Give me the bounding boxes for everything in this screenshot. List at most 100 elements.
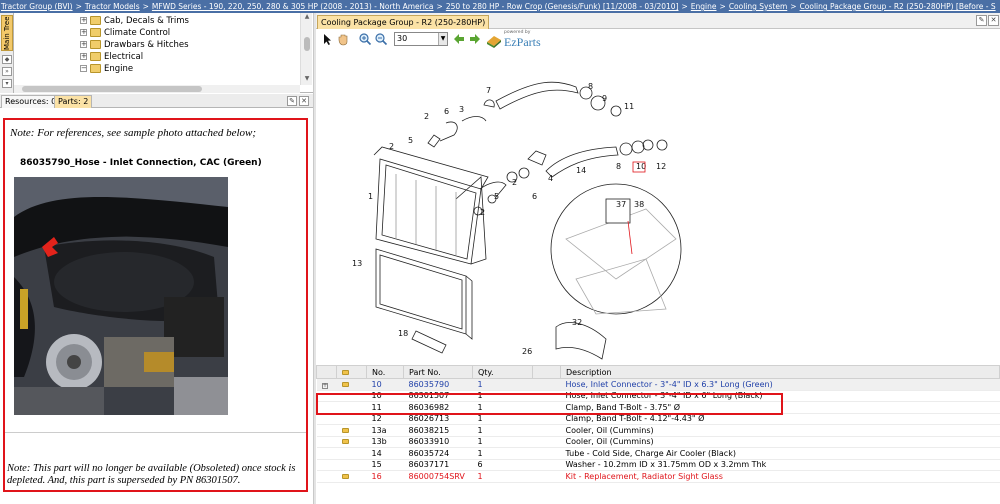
table-row[interactable]: 10 86301507 1 Hose, Inlet Connector - 3"-4"… [316,390,1000,402]
tree-item-label: Climate Control [104,28,171,38]
breadcrumb-link[interactable]: Engine [691,2,717,11]
note-part-title: 86035790_Hose - Inlet Connection, CAC (G… [20,158,262,168]
table-row[interactable]: 15 86037171 6 Washer - 10.2mm ID x 31.75mm … [316,459,1000,471]
breadcrumb-link[interactable]: Tractor Models [85,2,140,11]
header-icon [336,365,367,379]
breadcrumb-link[interactable]: MFWD Series - 190, 220, 250, 280 & 305 H… [152,2,434,11]
pointer-icon[interactable] [320,32,334,46]
row-expand-cell[interactable] [316,390,337,402]
tab-resources[interactable]: Resources: 0 [1,95,61,108]
exploded-parts-diagram[interactable]: 1 2 2 2 2 3 4 5 5 6 6 7 8 8 9 10 11 12 1… [316,49,1000,372]
row-expand-cell[interactable] [316,447,337,460]
header-spacer [532,365,561,379]
breadcrumb-link[interactable]: Cooling System [729,2,787,11]
tree-item[interactable]: + Climate Control [80,27,189,39]
ezparts-brand-text: EzParts [504,35,541,49]
close-icon[interactable]: ✕ [988,15,999,26]
note-icon[interactable] [341,473,349,479]
table-row[interactable]: 12 86026713 1 Clamp, Band T-Bolt - 4.12"-4.… [316,413,1000,425]
main-tree-tab[interactable]: Main Tree [1,15,13,51]
zoom-select[interactable]: 30 ▼ [394,32,448,46]
header-expand [316,365,337,379]
forward-arrow-icon[interactable] [468,32,482,46]
table-row[interactable]: 11 86036982 1 Clamp, Band T-Bolt - 3.75" Ø [316,401,1000,414]
svg-text:14: 14 [576,166,586,175]
tree-horizontal-scrollbar[interactable] [14,85,300,93]
cell-part-no: 86037171 [403,459,473,471]
header-no[interactable]: No. [366,365,404,379]
folder-icon [90,40,101,49]
expand-toggle-icon[interactable]: − [80,65,87,72]
table-row[interactable]: 13b 86033910 1 Cooler, Oil (Cummins) [316,436,1000,448]
scroll-thumb[interactable] [304,37,310,51]
table-row[interactable]: 14 86035724 1 Tube - Cold Side, Charge Air … [316,447,1000,460]
svg-text:9: 9 [602,94,607,103]
scroll-thumb[interactable] [22,86,202,92]
tree-item[interactable]: + Drawbars & Hitches [80,39,189,51]
svg-text:5: 5 [408,136,413,145]
expand-icon[interactable]: + [321,382,328,389]
breadcrumb-link[interactable]: 250 to 280 HP - Row Crop (Genesis/Funk) … [446,2,679,11]
part-icon [342,369,349,375]
svg-text:2: 2 [512,178,517,187]
cell-description: Hose, Inlet Connector - 3"-4" ID x 6" Lo… [560,390,1000,402]
tree-item[interactable]: + Cab, Decals & Trims [80,15,189,27]
table-row[interactable]: 16 86000754SRV 1 Kit - Replacement, Radiato… [316,470,1000,483]
scroll-down-icon[interactable]: ▼ [303,75,311,83]
hand-pan-icon[interactable] [336,32,350,46]
note-icon[interactable] [341,439,349,445]
tree-item[interactable]: + Electrical [80,51,189,63]
note-icon[interactable] [341,381,349,387]
cell-qty: 1 [472,470,533,483]
row-expand-cell[interactable] [316,424,337,437]
chevron-down-icon[interactable]: ▾ [2,79,12,88]
zoom-out-icon[interactable] [374,32,388,46]
row-icon-cell [336,390,367,402]
cell-description: Tube - Cold Side, Charge Air Cooler (Bla… [560,447,1000,460]
header-qty[interactable]: Qty. [472,365,533,379]
expand-toggle-icon[interactable]: + [80,41,87,48]
note-obsolete-text: Note: This part will no longer be availa… [7,463,296,486]
breadcrumb-link[interactable]: Cooling Package Group - R2 (250-280HP) [… [800,2,996,11]
row-expand-cell[interactable] [316,470,337,483]
breadcrumb-separator: > [75,2,82,11]
row-expand-cell[interactable] [316,413,337,425]
header-part-no[interactable]: Part No. [403,365,473,379]
header-description[interactable]: Description [560,365,1000,379]
zoom-in-icon[interactable] [358,32,372,46]
row-expand-cell[interactable] [316,459,337,471]
tree-vertical-scrollbar[interactable]: ▲ ▼ [300,13,312,85]
cell-no: 12 [366,413,404,425]
engine-photo-image [14,177,228,415]
row-icon-cell [336,378,367,391]
chevron-down-icon[interactable]: ▼ [438,33,447,45]
diagram-drawing: 1 2 2 2 2 3 4 5 5 6 6 7 8 8 9 10 11 12 1… [352,81,682,360]
cell-spacer [532,459,561,471]
svg-text:2: 2 [389,142,394,151]
table-row[interactable]: 13a 86038215 1 Cooler, Oil (Cummins) [316,424,1000,437]
expand-toggle-icon[interactable]: + [80,53,87,60]
collapse-icon[interactable]: » [2,67,12,76]
pin-icon[interactable]: ✎ [976,15,987,26]
note-icon[interactable] [341,427,349,433]
tree-item[interactable]: − Engine [80,63,189,75]
cell-description: Washer - 10.2mm ID x 31.75mm OD x 3.2mm … [560,459,1000,471]
close-icon[interactable]: ✕ [299,96,309,106]
row-expand-cell[interactable] [316,436,337,448]
cell-spacer [532,424,561,437]
breadcrumb-separator: > [790,2,797,11]
row-expand-cell[interactable] [316,401,337,414]
table-row[interactable]: +10 86035790 1 Hose, Inlet Connector - 3"-4… [316,378,1000,391]
resources-tab-bar: Resources: 0 Parts: 2 ✎ ✕ [0,94,313,108]
row-expand-cell[interactable]: + [316,378,337,391]
scroll-up-icon[interactable]: ▲ [303,13,311,21]
tab-parts[interactable]: Parts: 2 [54,95,93,108]
expand-toggle-icon[interactable]: + [80,17,87,24]
back-arrow-icon[interactable] [452,32,466,46]
cell-qty: 1 [472,401,533,414]
tab-cooling-package[interactable]: Cooling Package Group - R2 (250-280HP) [317,15,490,29]
expand-toggle-icon[interactable]: + [80,29,87,36]
pin-icon[interactable]: ◆ [2,55,12,64]
pin-icon[interactable]: ✎ [287,96,297,106]
breadcrumb-link[interactable]: Tractor Group (BVI) [1,2,73,11]
